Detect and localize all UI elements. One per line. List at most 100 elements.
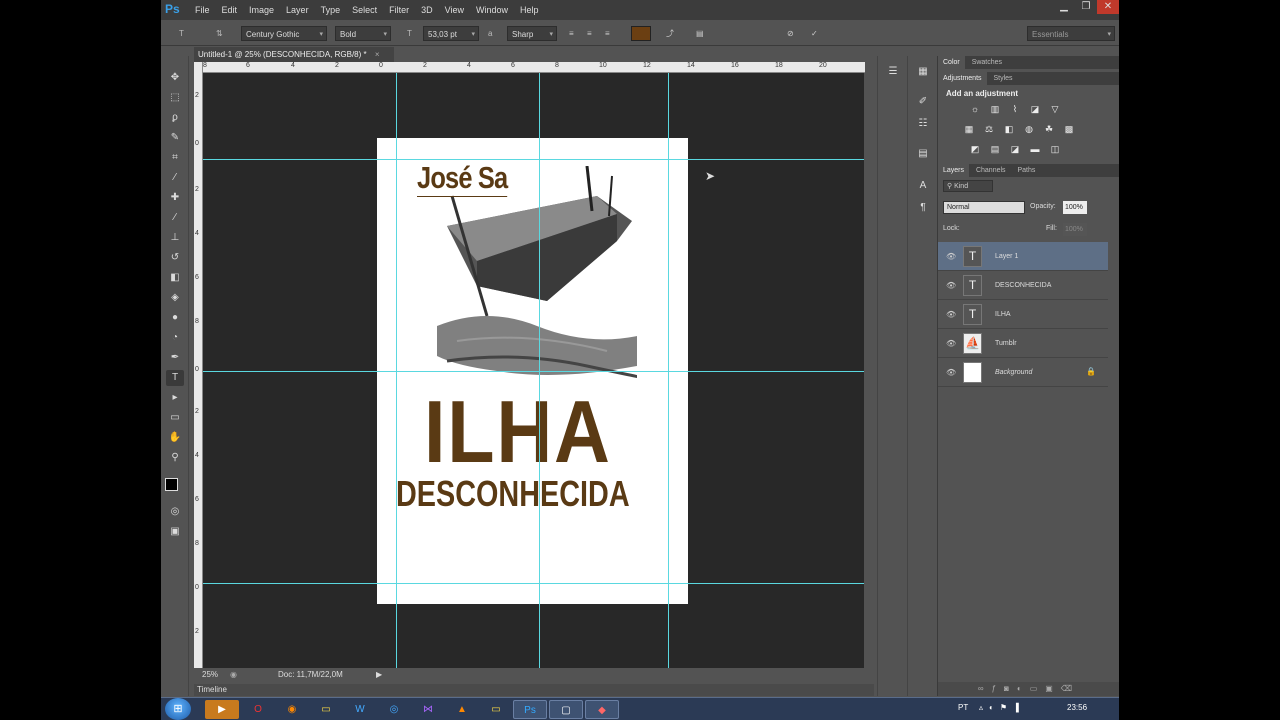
layer-row[interactable]: 👁 T DESCONHECIDA [938, 271, 1108, 300]
zoom-level[interactable]: 25% [202, 668, 218, 682]
visibility-eye-icon[interactable]: 👁 [946, 368, 956, 377]
menu-view[interactable]: View [445, 5, 464, 15]
invert-icon[interactable]: ◩ [968, 144, 982, 155]
kind-filter[interactable]: ⚲ Kind [943, 180, 993, 192]
close-button[interactable]: ✕ [1097, 0, 1119, 14]
tab-paths[interactable]: Paths [1013, 164, 1041, 177]
layer-name[interactable]: Tumblr [995, 340, 1017, 347]
guide-vertical[interactable] [668, 73, 669, 668]
marquee-tool-icon[interactable]: ⬚ [166, 90, 184, 106]
word-icon[interactable]: W [343, 700, 377, 719]
tab-layers[interactable]: Layers [938, 164, 970, 177]
clock[interactable]: 23:56 [1067, 703, 1087, 712]
commit-icon[interactable]: ✓ [811, 26, 818, 41]
layers-footer-icons[interactable]: ∞ƒ◙◐▭▣⌫ [938, 682, 1119, 696]
guide-horizontal[interactable] [203, 159, 864, 160]
channel-mixer-icon[interactable]: ☘ [1042, 124, 1056, 135]
photoshop-taskbar-icon[interactable]: Ps [513, 700, 547, 719]
document-tab[interactable]: Untitled-1 @ 25% (DESCONHECIDA, RGB/8) *… [194, 47, 394, 62]
brush-presets-icon[interactable]: ✐ [915, 94, 931, 110]
layer-row[interactable]: 👁 T ILHA [938, 300, 1108, 329]
tab-color[interactable]: Color [938, 56, 965, 69]
menu-image[interactable]: Image [249, 5, 274, 15]
history-brush-icon[interactable]: ↺ [166, 250, 184, 266]
tab-channels[interactable]: Channels [971, 164, 1011, 177]
workspace-select[interactable]: Essentials [1027, 26, 1115, 42]
guide-vertical[interactable] [396, 73, 397, 668]
foreground-color-swatch[interactable] [165, 478, 178, 491]
eraser-tool-icon[interactable]: ◧ [166, 270, 184, 286]
paint-bucket-icon[interactable]: ◈ [166, 290, 184, 306]
visual-studio-icon[interactable]: ⋈ [411, 700, 445, 719]
path-select-icon[interactable]: ▸ [166, 390, 184, 406]
tab-adjustments[interactable]: Adjustments [938, 72, 987, 85]
antialias-select[interactable]: Sharp [507, 26, 557, 42]
folder-icon[interactable]: ▭ [479, 700, 513, 719]
layer-name[interactable]: DESCONHECIDA [995, 282, 1051, 289]
type-tool-icon[interactable]: T [166, 370, 184, 386]
color-balance-icon[interactable]: ⚖ [982, 124, 996, 135]
brush-tool-icon[interactable]: ∕ [166, 210, 184, 226]
subtitle-text[interactable]: DESCONHECIDA [396, 475, 630, 513]
threshold-icon[interactable]: ◪ [1008, 144, 1022, 155]
app-icon[interactable]: ◎ [377, 700, 411, 719]
guide-horizontal[interactable] [203, 583, 864, 584]
exposure-icon[interactable]: ◪ [1028, 104, 1042, 115]
paragraph-icon[interactable]: ¶ [915, 200, 931, 216]
visibility-eye-icon[interactable]: 👁 [946, 310, 956, 319]
status-menu-arrow-icon[interactable]: ▶ [376, 668, 382, 682]
author-text[interactable]: José Sa [417, 160, 508, 197]
vlc-icon[interactable]: ▲ [445, 700, 479, 719]
levels-icon[interactable]: ▥ [988, 104, 1002, 115]
menu-select[interactable]: Select [352, 5, 377, 15]
vibrance-icon[interactable]: ▽ [1048, 104, 1062, 115]
tray-icons[interactable]: ▵◐⚑▐ [979, 703, 1025, 712]
curves-icon[interactable]: ⌇ [1008, 104, 1022, 115]
explorer-icon[interactable]: ▭ [309, 700, 343, 719]
black-white-icon[interactable]: ◧ [1002, 124, 1016, 135]
eyedropper-tool-icon[interactable]: ⁄ [166, 170, 184, 186]
stamp-tool-icon[interactable]: ⊥ [166, 230, 184, 246]
posterize-icon[interactable]: ▤ [988, 144, 1002, 155]
move-tool-icon[interactable]: ✥ [166, 70, 184, 86]
window-taskbar-icon[interactable]: ▢ [549, 700, 583, 719]
opacity-input[interactable]: 100% [1063, 201, 1087, 214]
cancel-icon[interactable]: ⊘ [787, 26, 794, 41]
tab-styles[interactable]: Styles [988, 72, 1017, 85]
warp-text-icon[interactable]: ⤴ [666, 26, 674, 41]
quick-mask-icon[interactable]: ◎ [166, 504, 184, 520]
font-style-select[interactable]: Bold [335, 26, 391, 42]
tab-swatches[interactable]: Swatches [967, 56, 1007, 69]
screen-mode-icon[interactable]: ▣ [166, 524, 184, 540]
restore-button[interactable]: ❐ [1075, 0, 1097, 14]
layer-row[interactable]: 👁 ⛵ Tumblr [938, 329, 1108, 358]
brightness-icon[interactable]: ☼ [968, 104, 982, 115]
info-icon[interactable]: ▦ [915, 64, 931, 80]
text-tool-icon[interactable]: T [179, 26, 184, 41]
blur-tool-icon[interactable]: ● [166, 310, 184, 326]
app-taskbar-icon[interactable]: ◆ [585, 700, 619, 719]
tool-presets-icon[interactable]: ☷ [915, 116, 931, 132]
fill-input[interactable]: 100% [1063, 223, 1087, 236]
opera-icon[interactable]: O [241, 700, 275, 719]
menu-edit[interactable]: Edit [222, 5, 238, 15]
selective-color-icon[interactable]: ◫ [1048, 144, 1062, 155]
visibility-eye-icon[interactable]: 👁 [946, 252, 956, 261]
font-family-select[interactable]: Century Gothic [241, 26, 327, 42]
align-right-icon[interactable]: ≡ [605, 26, 610, 41]
shape-tool-icon[interactable]: ▭ [166, 410, 184, 426]
clone-source-icon[interactable]: ▤ [915, 146, 931, 162]
visibility-eye-icon[interactable]: 👁 [946, 281, 956, 290]
menu-type[interactable]: Type [321, 5, 341, 15]
menu-layer[interactable]: Layer [286, 5, 309, 15]
quick-select-tool-icon[interactable]: ✎ [166, 130, 184, 146]
timeline-panel[interactable]: Timeline [194, 684, 874, 696]
blend-mode-select[interactable]: Normal [943, 201, 1025, 214]
firefox-icon[interactable]: ◉ [275, 700, 309, 719]
layer-row[interactable]: 👁 Background 🔒 [938, 358, 1108, 387]
guide-vertical[interactable] [539, 73, 540, 668]
menu-file[interactable]: File [195, 5, 210, 15]
crop-tool-icon[interactable]: ⌗ [166, 150, 184, 166]
layer-row[interactable]: 👁 T Layer 1 [938, 242, 1108, 271]
hand-tool-icon[interactable]: ✋ [166, 430, 184, 446]
